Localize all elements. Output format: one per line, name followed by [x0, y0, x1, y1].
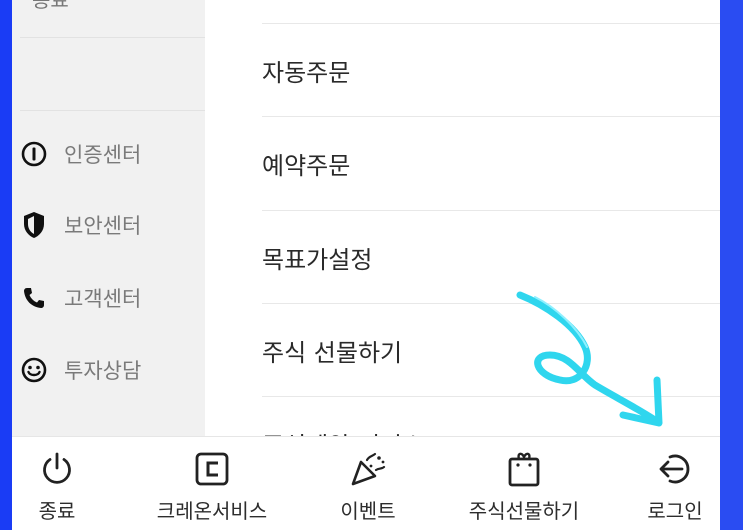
- gift-bag-icon: [504, 449, 544, 489]
- shield-icon: [20, 211, 48, 239]
- tab-login[interactable]: 로그인: [642, 437, 708, 531]
- sidebar-item-auth-center[interactable]: 인증센터: [20, 134, 141, 174]
- sidebar-item-investment-consult[interactable]: 투자상담: [20, 350, 141, 390]
- menu-item-auto-order[interactable]: 자동주문: [262, 23, 720, 117]
- menu-item-stock-gift[interactable]: 주식 선물하기: [262, 303, 720, 397]
- phone-icon: [20, 284, 48, 312]
- sidebar: 종료 인증센터 보안센터 고객센터 투자상담: [12, 0, 205, 436]
- tab-label: 이벤트: [340, 499, 396, 523]
- menu-item-label: 주식계약 서비스: [262, 426, 424, 436]
- tab-label: 주식선물하기: [468, 499, 580, 523]
- sidebar-item-customer-center[interactable]: 고객센터: [20, 278, 141, 318]
- tab-label: 종료: [38, 499, 76, 523]
- menu-item-reserved-order[interactable]: 예약주문: [262, 116, 720, 210]
- right-blue-edge: [720, 0, 743, 530]
- menu-item-label: 예약주문: [262, 152, 351, 180]
- menu-item-partial[interactable]: 주식계약 서비스: [262, 396, 720, 436]
- tab-label: 로그인: [647, 499, 703, 523]
- sidebar-divider: [20, 37, 205, 38]
- sidebar-item-label: 투자상담: [64, 359, 142, 383]
- sidebar-item-label: 보안센터: [64, 214, 142, 238]
- menu-list: 자동주문 예약주문 목표가설정 주식 선물하기 주식계약 서비스: [205, 0, 720, 436]
- creon-c-icon: [192, 449, 232, 489]
- party-popper-icon: [348, 449, 388, 489]
- sidebar-item-security-center[interactable]: 보안센터: [20, 205, 141, 245]
- tab-event[interactable]: 이벤트: [330, 437, 406, 531]
- sidebar-divider: [20, 110, 205, 111]
- menu-item-label: 자동주문: [262, 59, 351, 87]
- menu-item-label: 목표가설정: [262, 246, 373, 274]
- tab-creon-service[interactable]: 크레온서비스: [147, 437, 277, 531]
- login-arrow-icon: [655, 449, 695, 489]
- tab-label: 크레온서비스: [156, 499, 268, 523]
- sidebar-partial-label: 종료: [32, 0, 69, 12]
- bottom-tab-bar: 종료 크레온서비스 이벤트 주식선물하기 로그인: [12, 436, 720, 531]
- tab-exit[interactable]: 종료: [24, 437, 90, 531]
- power-icon: [37, 449, 77, 489]
- sidebar-item-label: 인증센터: [64, 143, 142, 167]
- smiley-icon: [20, 356, 48, 384]
- menu-item-label: 주식 선물하기: [262, 339, 403, 367]
- menu-item-target-price[interactable]: 목표가설정: [262, 210, 720, 304]
- sidebar-item-label: 고객센터: [64, 287, 142, 311]
- sidebar-partial-item[interactable]: 종료: [32, 0, 69, 13]
- info-circle-icon: [20, 140, 48, 168]
- tab-stock-gift[interactable]: 주식선물하기: [458, 437, 590, 531]
